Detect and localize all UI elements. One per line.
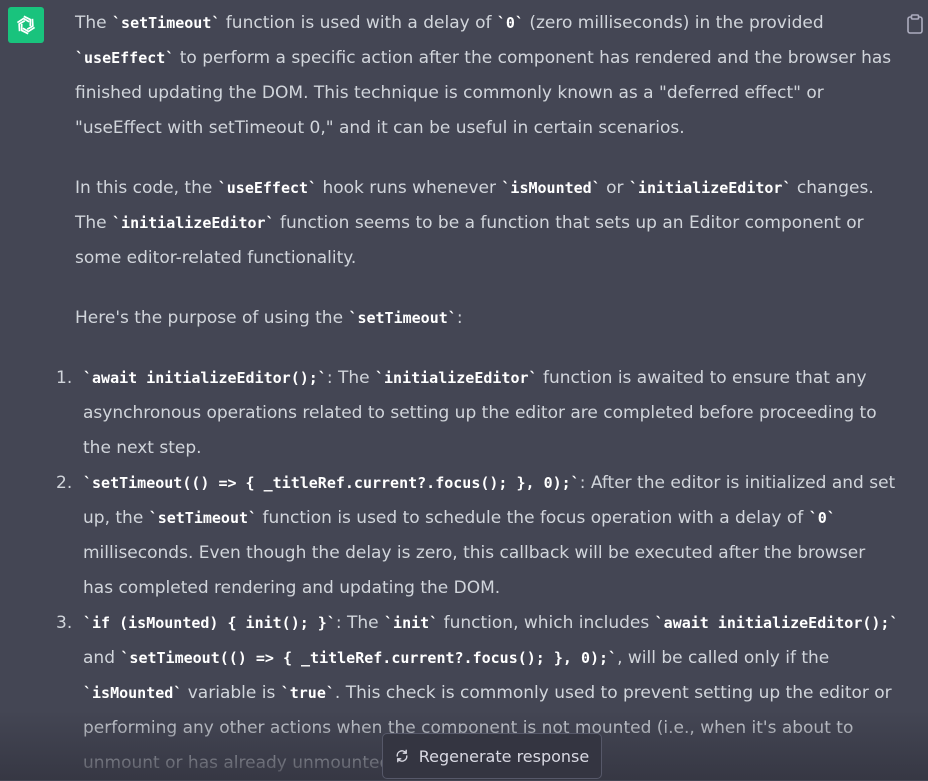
inline-code: `setTimeout(() => { _titleRef.current?.f… bbox=[120, 649, 618, 667]
list-number: 3. bbox=[56, 613, 73, 633]
inline-code: `isMounted` bbox=[83, 684, 183, 702]
clipboard-icon bbox=[907, 14, 923, 34]
text-run: hook runs whenever bbox=[317, 178, 502, 198]
inline-code: `useEffect` bbox=[75, 49, 175, 67]
inline-code: `0` bbox=[808, 509, 836, 527]
text-run: to perform a specific action after the c… bbox=[75, 48, 892, 138]
inline-code: `await initializeEditor();` bbox=[654, 614, 899, 632]
text-run: or bbox=[600, 178, 629, 198]
list-number: 1. bbox=[56, 368, 73, 388]
regenerate-response-button[interactable]: Regenerate response bbox=[382, 733, 602, 779]
text-run: milliseconds. Even though the delay is z… bbox=[83, 543, 866, 598]
inline-code: `if (isMounted) { init(); }` bbox=[83, 614, 336, 632]
text-run: : The bbox=[335, 613, 385, 633]
text-run: Here's the purpose of using the bbox=[75, 308, 349, 328]
text-run: (zero milliseconds) in the provided bbox=[523, 13, 824, 33]
inline-code: `initializeEditor` bbox=[628, 179, 792, 197]
list-number: 2. bbox=[56, 473, 73, 493]
text-run: function is used with a delay of bbox=[220, 13, 497, 33]
response-paragraph: Here's the purpose of using the `setTime… bbox=[75, 301, 900, 336]
assistant-avatar bbox=[8, 7, 44, 43]
inline-code: `initializeEditor` bbox=[112, 214, 275, 232]
text-run: The bbox=[75, 13, 113, 33]
inline-code: `useEffect` bbox=[217, 179, 318, 197]
inline-code: `setTimeout` bbox=[112, 14, 221, 32]
openai-logo-icon bbox=[16, 15, 36, 35]
regenerate-label: Regenerate response bbox=[418, 746, 590, 766]
response-paragraph: In this code, the `useEffect` hook runs … bbox=[75, 171, 900, 276]
list-item: 2. `setTimeout(() => { _titleRef.current?… bbox=[56, 466, 900, 606]
inline-code: `setTimeout` bbox=[348, 309, 457, 327]
text-run: function, which includes bbox=[438, 613, 655, 633]
inline-code: `0` bbox=[496, 14, 524, 32]
text-run: function is used to schedule the focus o… bbox=[257, 508, 809, 528]
inline-code: `setTimeout` bbox=[148, 509, 258, 527]
inline-code: `initializeEditor` bbox=[375, 369, 538, 387]
text-run: In this code, the bbox=[75, 178, 218, 198]
response-paragraph: The `setTimeout` function is used with a… bbox=[75, 6, 900, 146]
text-run: , will be called only if the bbox=[617, 648, 830, 668]
copy-button[interactable] bbox=[906, 12, 924, 34]
purpose-list: 1. `await initializeEditor();`: The `init… bbox=[56, 361, 900, 781]
inline-code: `isMounted` bbox=[501, 179, 601, 197]
list-item: 1. `await initializeEditor();`: The `init… bbox=[56, 361, 900, 466]
text-run: and bbox=[83, 648, 121, 668]
refresh-icon bbox=[396, 749, 408, 763]
text-run: : The bbox=[326, 368, 375, 388]
inline-code: `init` bbox=[384, 614, 439, 632]
inline-code: `true` bbox=[280, 684, 335, 702]
inline-code: `setTimeout(() => { _titleRef.current?.f… bbox=[83, 474, 580, 492]
text-run: : bbox=[456, 308, 463, 328]
text-run: variable is bbox=[182, 683, 281, 703]
inline-code: `await initializeEditor();` bbox=[83, 369, 327, 387]
assistant-message: The `setTimeout` function is used with a… bbox=[56, 6, 900, 781]
